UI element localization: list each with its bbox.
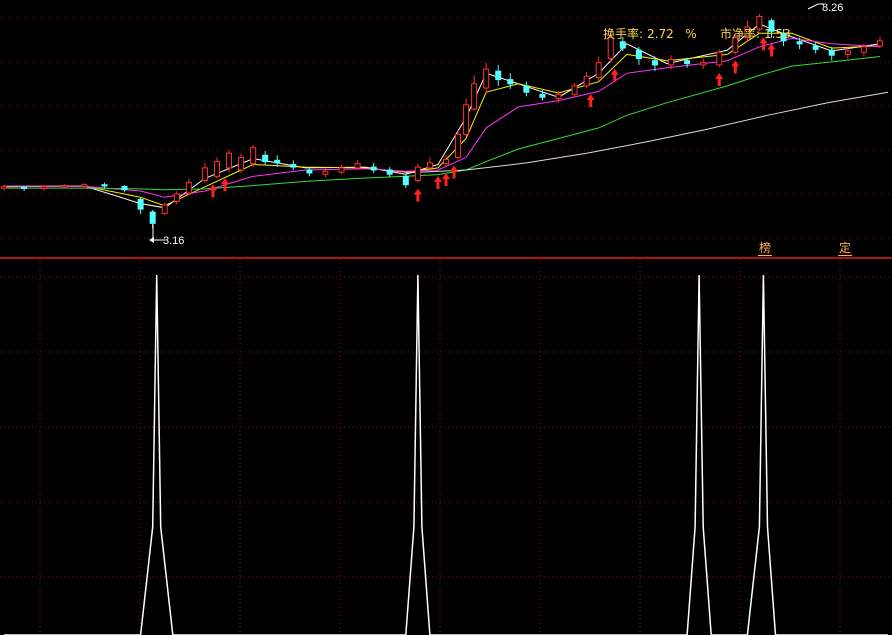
candle-body — [700, 62, 707, 66]
rank-tag[interactable]: 榜 — [758, 241, 773, 256]
price-grid — [0, 17, 892, 239]
candle-body — [483, 68, 490, 89]
candle-body — [386, 169, 393, 175]
candle-body — [443, 158, 449, 165]
candle-body — [619, 41, 626, 49]
candle-body — [274, 159, 281, 164]
buy-signal-arrow — [208, 184, 217, 198]
candle-body — [149, 211, 156, 224]
candle-body — [201, 167, 208, 182]
candle-body — [844, 50, 851, 55]
candle-body — [1, 185, 7, 189]
candle-body — [876, 40, 883, 47]
pb-ratio-readout: 市净率: 1.53 — [720, 25, 791, 42]
stock-chart-window: 8.26 3.16 换手率: 2.72 % 市净率: 1.53 榜 定 — [0, 0, 892, 635]
turnover-rate-readout: 换手率: 2.72 % — [603, 25, 697, 42]
buy-signal-arrow — [413, 188, 422, 202]
candle-body — [455, 133, 462, 158]
candle-body — [495, 70, 502, 81]
turnover-rate-label: 换手率: — [603, 27, 644, 41]
candle-body — [426, 162, 433, 169]
candle-body — [213, 161, 220, 177]
pb-ratio-value: 1.53 — [764, 27, 791, 41]
candle-body — [828, 49, 835, 56]
buy-signal-arrow — [767, 43, 776, 57]
candle-body — [101, 184, 108, 187]
candle-body — [860, 46, 867, 53]
indicator-line — [4, 274, 888, 635]
buy-signal-arrow — [442, 173, 450, 187]
candle-body — [507, 79, 514, 85]
candle-body — [414, 166, 421, 182]
candle-body — [651, 60, 658, 66]
candle-body — [290, 164, 297, 168]
candle-body — [370, 166, 377, 171]
candle-body — [322, 170, 329, 175]
buy-signal-arrow — [221, 178, 229, 192]
candle-body — [250, 147, 257, 165]
ma-line — [405, 91, 889, 174]
candle-body — [571, 85, 578, 95]
buy-signal-arrow — [715, 72, 724, 86]
candle-body — [523, 85, 530, 93]
candle-body — [306, 169, 313, 174]
turnover-rate-unit: % — [685, 27, 697, 41]
candle-body — [61, 185, 68, 188]
candle-body — [161, 204, 168, 214]
fixed-tag[interactable]: 定 — [838, 241, 853, 256]
candle-body — [471, 83, 478, 110]
low-price-label: 3.16 — [163, 235, 184, 247]
candle-body — [226, 152, 233, 169]
candle-body — [21, 186, 28, 190]
candle-body — [354, 163, 361, 169]
candle-body — [185, 182, 192, 194]
candle-body — [262, 154, 269, 163]
candle-body — [796, 41, 803, 45]
low-marker-arrowhead — [149, 237, 154, 243]
buy-signal-arrow — [433, 176, 442, 189]
candle-body — [668, 58, 675, 66]
candle-body — [555, 93, 562, 100]
indicator-grid — [0, 259, 892, 635]
ma-line — [4, 56, 881, 191]
candle-body — [173, 193, 180, 203]
candle-body — [812, 45, 819, 50]
turnover-rate-value: 2.72 — [647, 27, 674, 41]
pb-ratio-label: 市净率: — [720, 27, 761, 41]
candle-body — [635, 49, 642, 60]
high-price-label: 8.26 — [822, 2, 843, 14]
buy-signal-arrow — [586, 94, 595, 107]
candle-body — [716, 51, 723, 66]
candle-body — [238, 156, 245, 171]
candle-body — [402, 175, 409, 186]
indicator-panel — [0, 259, 892, 635]
candle-body — [463, 104, 470, 135]
candle-body — [684, 60, 691, 65]
candle-body — [41, 186, 48, 190]
indicator-line-series — [4, 274, 888, 635]
candle-body — [539, 93, 546, 98]
candle-body — [121, 185, 128, 191]
candle-body — [137, 198, 144, 210]
candle-body — [583, 75, 590, 87]
candle-body — [595, 62, 602, 78]
candle-body — [81, 184, 88, 187]
candle-body — [338, 167, 345, 173]
